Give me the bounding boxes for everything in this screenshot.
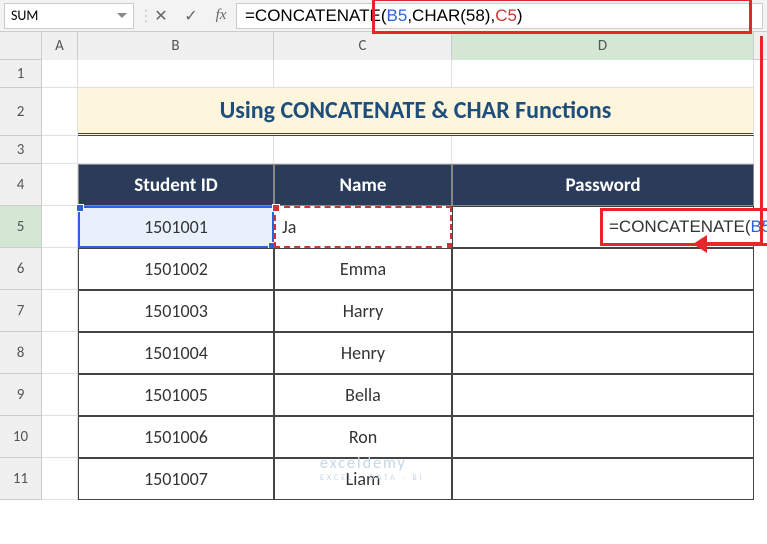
cell-d7[interactable] — [452, 290, 754, 332]
cell-c5[interactable]: Ja =CONCATENATE(B5,CHAR(58),C5) — [274, 206, 452, 248]
cell-a2[interactable] — [42, 88, 78, 136]
formula-overlay-d5: =CONCATENATE(B5,CHAR(58),C5) — [600, 208, 767, 246]
formula-input[interactable]: =CONCATENATE(B5,CHAR(58),C5) — [236, 3, 763, 29]
cell-a7[interactable] — [42, 290, 78, 332]
row-header-7[interactable]: 7 — [0, 290, 42, 332]
cell-a4[interactable] — [42, 164, 78, 206]
cell-a1[interactable] — [42, 60, 78, 88]
cell-b6[interactable]: 1501002 — [78, 248, 274, 290]
formula-text-prefix: =CONCATENATE( — [245, 6, 387, 26]
row-header-10[interactable]: 10 — [0, 416, 42, 458]
cell-b7[interactable]: 1501003 — [78, 290, 274, 332]
cell-d8[interactable] — [452, 332, 754, 374]
cell-a8[interactable] — [42, 332, 78, 374]
cancel-icon[interactable]: ✕ — [146, 3, 176, 29]
row-header-2[interactable]: 2 — [0, 88, 42, 136]
name-box[interactable]: SUM — [4, 3, 134, 29]
overlay-prefix: =CONCATENATE( — [609, 217, 751, 237]
cell-d1[interactable] — [452, 60, 754, 88]
cell-c9[interactable]: Bella — [274, 374, 452, 416]
cell-d3[interactable] — [452, 136, 754, 164]
chevron-down-icon[interactable] — [117, 13, 127, 18]
cell-c6[interactable]: Emma — [274, 248, 452, 290]
row-2: 2 Using CONCATENATE & CHAR Functions — [0, 88, 767, 136]
cell-c5-partial: Ja — [282, 216, 296, 238]
cell-d6[interactable] — [452, 248, 754, 290]
formula-ref-c5: C5 — [495, 6, 517, 26]
cell-a5[interactable] — [42, 206, 78, 248]
arrow-connector-horz — [705, 242, 763, 245]
overlay-ref-b5: B5 — [751, 217, 767, 237]
select-all-corner[interactable] — [0, 32, 42, 60]
row-header-5[interactable]: 5 — [0, 206, 42, 248]
cell-a3[interactable] — [42, 136, 78, 164]
row-header-9[interactable]: 9 — [0, 374, 42, 416]
row-5: 5 1501001 Ja =CONCATENATE(B5,CHAR(58),C5… — [0, 206, 767, 248]
row-7: 7 1501003 Harry — [0, 290, 767, 332]
row-header-4[interactable]: 4 — [0, 164, 42, 206]
row-header-3[interactable]: 3 — [0, 136, 42, 164]
formula-ref-b5: B5 — [387, 6, 408, 26]
arrow-head-icon — [693, 235, 707, 253]
cell-c7[interactable]: Harry — [274, 290, 452, 332]
enter-icon[interactable]: ✓ — [176, 3, 206, 29]
cell-b8[interactable]: 1501004 — [78, 332, 274, 374]
formula-text-suffix: ) — [517, 6, 523, 26]
spreadsheet: A B C D 1 2 Using CONCATENATE & CHAR Fun… — [0, 32, 767, 500]
header-password[interactable]: Password — [452, 164, 754, 206]
cell-d10[interactable] — [452, 416, 754, 458]
row-8: 8 1501004 Henry — [0, 332, 767, 374]
fx-icon[interactable]: fx — [206, 3, 236, 29]
formula-bar: SUM ⋮ ✕ ✓ fx =CONCATENATE(B5,CHAR(58),C5… — [0, 0, 767, 32]
cell-a9[interactable] — [42, 374, 78, 416]
row-header-1[interactable]: 1 — [0, 60, 42, 88]
col-header-c[interactable]: C — [274, 32, 452, 60]
cell-d11[interactable] — [452, 458, 754, 500]
arrow-connector-vert — [760, 36, 763, 244]
name-box-value: SUM — [11, 7, 117, 24]
header-name[interactable]: Name — [274, 164, 452, 206]
row-6: 6 1501002 Emma — [0, 248, 767, 290]
row-9: 9 1501005 Bella — [0, 374, 767, 416]
col-header-b[interactable]: B — [78, 32, 274, 60]
row-header-11[interactable]: 11 — [0, 458, 42, 500]
cell-c10[interactable]: Ron — [274, 416, 452, 458]
row-3: 3 — [0, 136, 767, 164]
row-1: 1 — [0, 60, 767, 88]
cell-d9[interactable] — [452, 374, 754, 416]
title-cell[interactable]: Using CONCATENATE & CHAR Functions — [78, 88, 754, 136]
row-10: 10 1501006 Ron — [0, 416, 767, 458]
row-header-8[interactable]: 8 — [0, 332, 42, 374]
cell-b9[interactable]: 1501005 — [78, 374, 274, 416]
cell-b11[interactable]: 1501007 — [78, 458, 274, 500]
formula-text-mid: ,CHAR(58), — [407, 6, 495, 26]
cell-a6[interactable] — [42, 248, 78, 290]
cell-b1[interactable] — [78, 60, 274, 88]
cell-b3[interactable] — [78, 136, 274, 164]
cell-c3[interactable] — [274, 136, 452, 164]
cell-a10[interactable] — [42, 416, 78, 458]
cell-a11[interactable] — [42, 458, 78, 500]
cell-b5[interactable]: 1501001 — [78, 206, 274, 248]
divider: ⋮ — [138, 6, 146, 26]
cell-b10[interactable]: 1501006 — [78, 416, 274, 458]
watermark: exceldemy EXCEL · DATA · BI — [320, 454, 425, 483]
cell-c8[interactable]: Henry — [274, 332, 452, 374]
cell-c1[interactable] — [274, 60, 452, 88]
row-4: 4 Student ID Name Password — [0, 164, 767, 206]
col-header-a[interactable]: A — [42, 32, 78, 60]
watermark-top: exceldemy — [320, 454, 425, 473]
column-headers: A B C D — [0, 32, 767, 60]
col-header-d[interactable]: D — [452, 32, 754, 60]
watermark-bottom: EXCEL · DATA · BI — [320, 473, 425, 483]
header-student-id[interactable]: Student ID — [78, 164, 274, 206]
row-header-6[interactable]: 6 — [0, 248, 42, 290]
